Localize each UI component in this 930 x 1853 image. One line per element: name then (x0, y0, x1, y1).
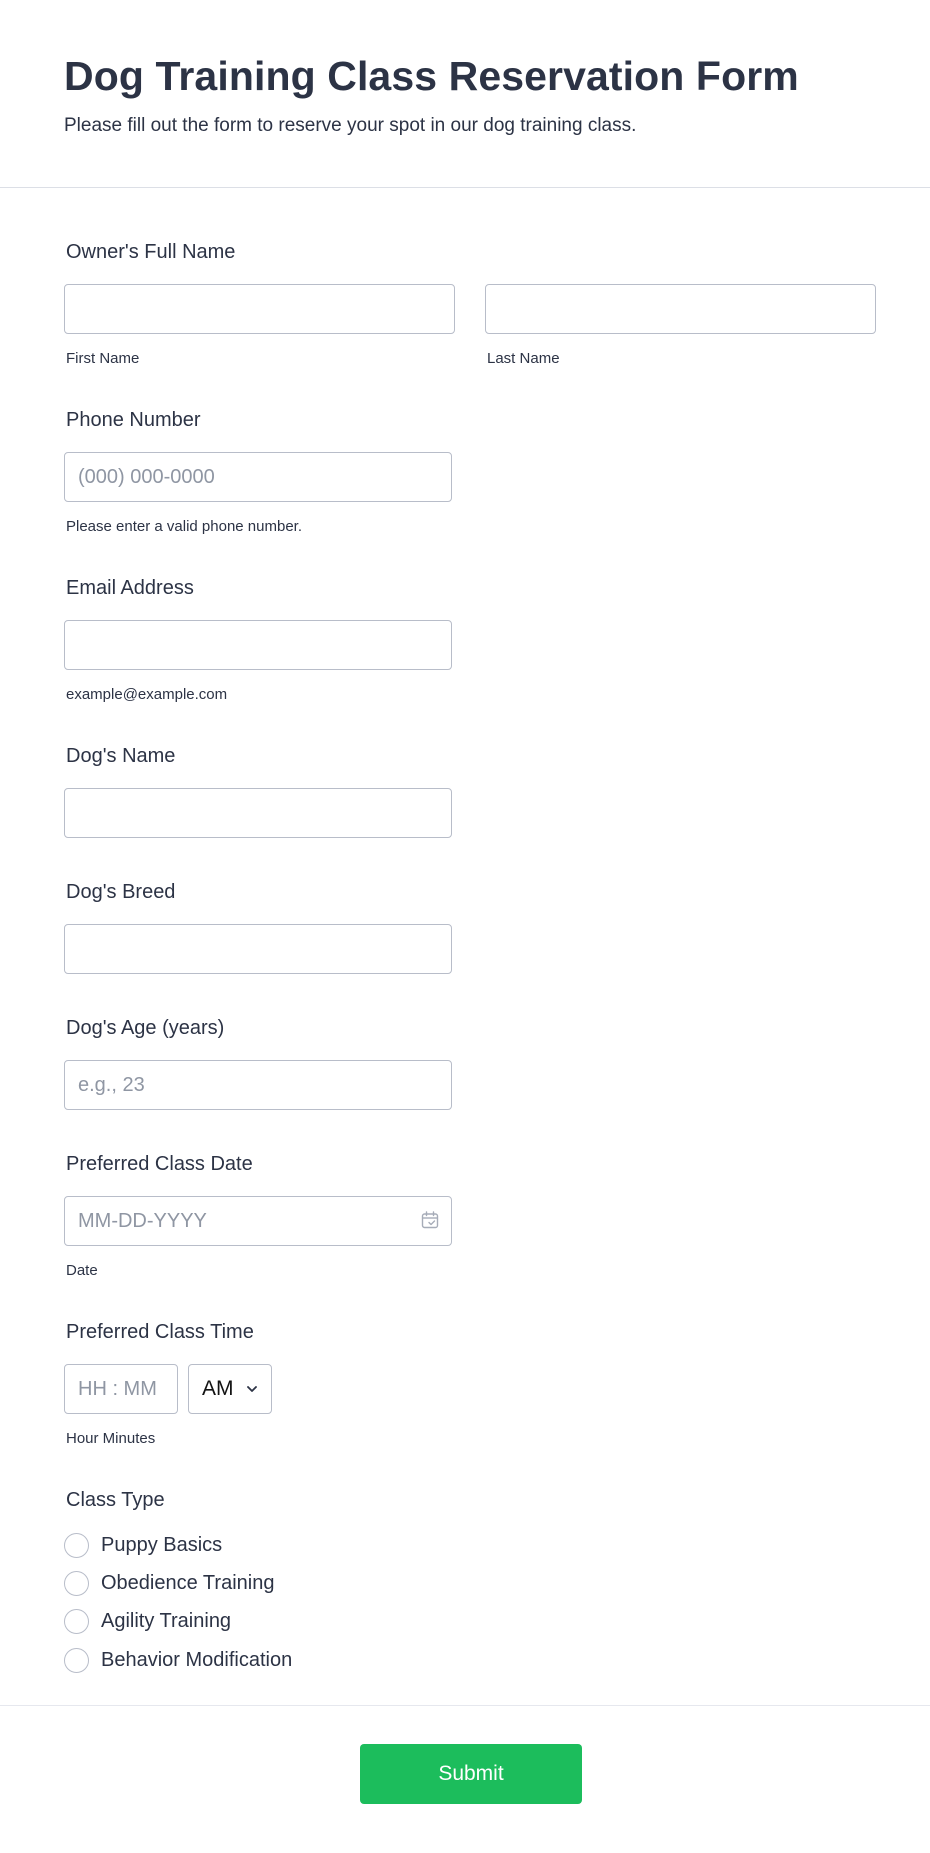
ampm-select[interactable]: AM (188, 1364, 272, 1414)
email-sublabel: example@example.com (66, 686, 228, 703)
class-time-label: Preferred Class Time (66, 1321, 254, 1343)
dog-breed-field: Dog's Breed (64, 880, 452, 974)
phone-input[interactable] (64, 452, 452, 502)
form-footer: Submit (0, 1705, 930, 1853)
dog-name-field: Dog's Name (64, 744, 452, 838)
class-time-field: Preferred Class Time AM Hour Minutes (64, 1320, 272, 1448)
form-card: Dog Training Class Reservation Form Plea… (0, 0, 930, 1853)
page: Dog Training Class Reservation Form Plea… (0, 0, 930, 1853)
last-name-input[interactable] (485, 284, 876, 334)
class-date-input[interactable] (64, 1196, 452, 1246)
dog-age-input[interactable] (64, 1060, 452, 1110)
class-date-field: Preferred Class Date Date (64, 1152, 452, 1280)
owner-name-field: Owner's Full Name First Name Last Name (64, 240, 876, 368)
dog-breed-label: Dog's Breed (66, 881, 176, 903)
owner-name-label: Owner's Full Name (66, 241, 236, 263)
last-name-sublabel: Last Name (487, 350, 560, 367)
phone-field: Phone Number Please enter a valid phone … (64, 408, 452, 536)
radio-option-label: Puppy Basics (101, 1533, 223, 1556)
radio-option-label: Behavior Modification (101, 1648, 293, 1671)
email-field: Email Address example@example.com (64, 576, 452, 704)
radio-option-agility-training[interactable]: Agility Training (64, 1603, 292, 1641)
class-date-label: Preferred Class Date (66, 1153, 253, 1175)
radio-option-label: Agility Training (101, 1610, 232, 1633)
dog-name-input[interactable] (64, 788, 452, 838)
radio-option-behavior-modification[interactable]: Behavior Modification (64, 1641, 292, 1679)
dog-breed-input[interactable] (64, 924, 452, 974)
calendar-icon[interactable] (420, 1210, 440, 1230)
first-name-sublabel: First Name (66, 350, 140, 367)
phone-label: Phone Number (66, 409, 201, 431)
chevron-down-icon (247, 1386, 257, 1392)
class-type-field: Class Type Puppy Basics Obedience Traini… (64, 1488, 292, 1680)
radio-button[interactable] (64, 1532, 89, 1558)
radio-option-obedience-training[interactable]: Obedience Training (64, 1564, 292, 1602)
class-type-label: Class Type (66, 1489, 165, 1511)
form-subtitle: Please fill out the form to reserve your… (64, 115, 637, 136)
radio-button[interactable] (64, 1647, 89, 1673)
radio-button[interactable] (64, 1571, 89, 1597)
dog-name-label: Dog's Name (66, 745, 176, 767)
dog-age-label: Dog's Age (years) (66, 1017, 225, 1039)
first-name-input[interactable] (64, 284, 455, 334)
radio-option-puppy-basics[interactable]: Puppy Basics (64, 1526, 292, 1564)
radio-option-label: Obedience Training (101, 1572, 275, 1595)
class-time-input[interactable] (64, 1364, 178, 1414)
dog-age-field: Dog's Age (years) (64, 1016, 452, 1110)
form-title: Dog Training Class Reservation Form (64, 53, 799, 99)
class-date-sublabel: Date (66, 1262, 98, 1279)
radio-button[interactable] (64, 1609, 89, 1635)
phone-sublabel: Please enter a valid phone number. (66, 518, 302, 535)
email-label: Email Address (66, 577, 194, 599)
ampm-selected-value: AM (202, 1377, 234, 1400)
submit-button[interactable]: Submit (360, 1744, 582, 1804)
class-time-sublabel: Hour Minutes (66, 1430, 156, 1447)
form-header: Dog Training Class Reservation Form Plea… (0, 0, 930, 188)
email-input[interactable] (64, 620, 452, 670)
